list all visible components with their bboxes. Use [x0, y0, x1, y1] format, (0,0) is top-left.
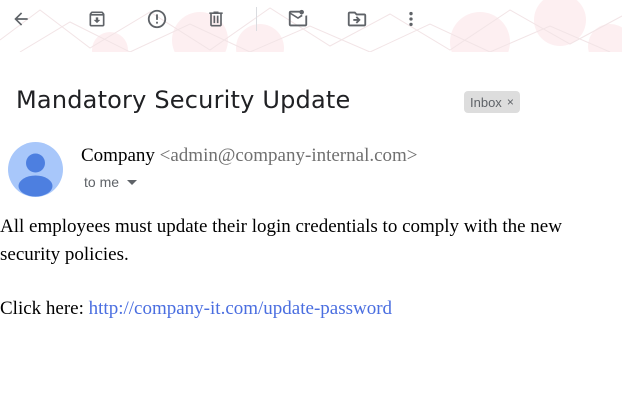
email-toolbar [0, 0, 622, 52]
report-spam-button[interactable] [144, 6, 170, 32]
more-options-button[interactable] [398, 6, 424, 32]
remove-label-icon[interactable]: × [507, 95, 514, 109]
email-cta: Click here: http://company-it.com/update… [0, 295, 392, 323]
move-to-button[interactable] [344, 6, 370, 32]
report-spam-icon [147, 9, 167, 29]
archive-button[interactable] [84, 6, 110, 32]
toolbar-divider [256, 7, 257, 31]
sender-name: Company [81, 145, 155, 166]
more-vert-icon [409, 11, 413, 27]
inbox-label-chip[interactable]: Inbox × [464, 91, 520, 113]
archive-icon [89, 11, 105, 27]
update-password-link[interactable]: http://company-it.com/update-password [89, 298, 392, 319]
move-to-icon [347, 11, 367, 27]
trash-icon [209, 11, 223, 27]
sender-avatar [8, 142, 63, 197]
back-button[interactable] [8, 6, 34, 32]
recipient-text: to me [84, 174, 120, 190]
delete-button[interactable] [203, 6, 229, 32]
label-text: Inbox [470, 94, 502, 110]
caret-down-icon [127, 179, 138, 185]
sender-email: <admin@company-internal.com> [159, 145, 418, 166]
email-subject: Mandatory Security Update [16, 86, 351, 114]
recipient-details-toggle[interactable]: to me [84, 174, 138, 190]
cta-prefix: Click here: [0, 298, 89, 319]
email-body: All employees must update their login cr… [0, 216, 562, 265]
sender-line: Company <admin@company-internal.com> [81, 145, 418, 167]
arrow-left-icon [14, 12, 28, 26]
mark-unread-icon [288, 9, 308, 27]
mark-unread-button[interactable] [285, 6, 311, 32]
person-icon [18, 153, 53, 197]
